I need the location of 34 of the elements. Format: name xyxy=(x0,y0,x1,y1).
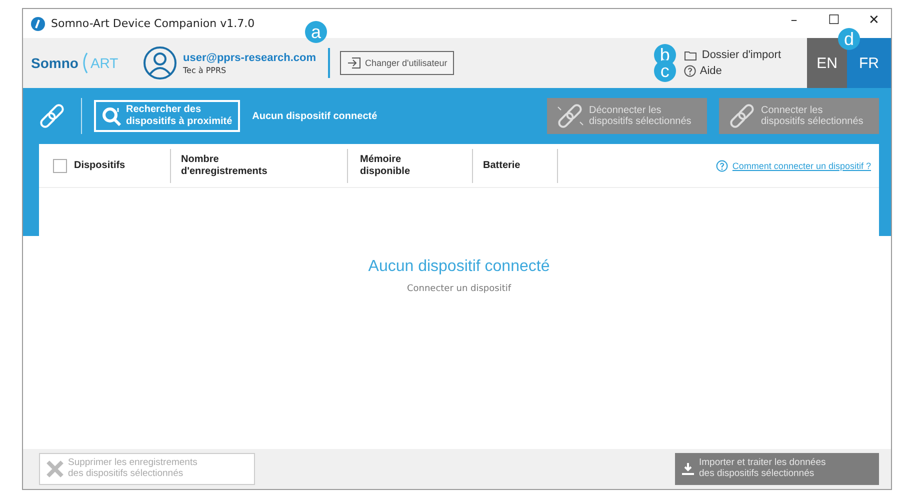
close-button[interactable]: ✕ xyxy=(865,13,883,29)
logo-arc-icon xyxy=(80,52,88,74)
empty-state-subtitle: Connecter un dispositif xyxy=(406,284,512,294)
window-title: Somno-Art Device Companion v1.7.0 xyxy=(51,17,255,30)
user-email: user@pprs-research.com xyxy=(183,52,316,64)
download-icon xyxy=(681,461,695,477)
help-icon xyxy=(684,65,696,77)
maximize-button[interactable]: ☐ xyxy=(825,13,843,29)
column-header: Mémoire disponible xyxy=(348,148,473,182)
empty-state-title: Aucun dispositif connecté xyxy=(368,258,550,276)
help-icon xyxy=(716,160,728,172)
search-icon xyxy=(102,106,122,126)
broken-link-icon xyxy=(555,104,585,128)
logo-text: Somno xyxy=(31,55,78,71)
link-icon xyxy=(727,104,757,128)
search-devices-button[interactable]: Rechercher des dispositifs à proximité xyxy=(94,100,240,132)
sign-in-icon xyxy=(347,57,362,69)
callout-badge: c xyxy=(654,60,676,82)
select-all-checkbox[interactable] xyxy=(53,158,67,172)
help-link[interactable]: Aide xyxy=(684,65,722,77)
how-to-connect-link[interactable]: Comment connecter un dispositif ? xyxy=(716,160,871,172)
column-header: Batterie xyxy=(473,148,558,182)
minimize-button[interactable]: – xyxy=(785,13,803,29)
logo-text: ART xyxy=(90,55,118,71)
folder-icon xyxy=(684,50,698,60)
user-avatar-icon xyxy=(143,46,177,80)
app-logo-icon xyxy=(31,16,45,30)
column-header: Nombre d'enregistrements xyxy=(171,148,348,182)
cross-icon xyxy=(46,460,64,478)
import-folder-link[interactable]: Dossier d'import xyxy=(684,49,781,61)
switch-user-button[interactable]: Changer d'utilisateur xyxy=(340,51,454,75)
column-header: Dispositifs xyxy=(74,148,171,182)
user-organization: Tec à PPRS xyxy=(183,66,228,74)
connection-status: Aucun dispositif connecté xyxy=(252,110,378,122)
